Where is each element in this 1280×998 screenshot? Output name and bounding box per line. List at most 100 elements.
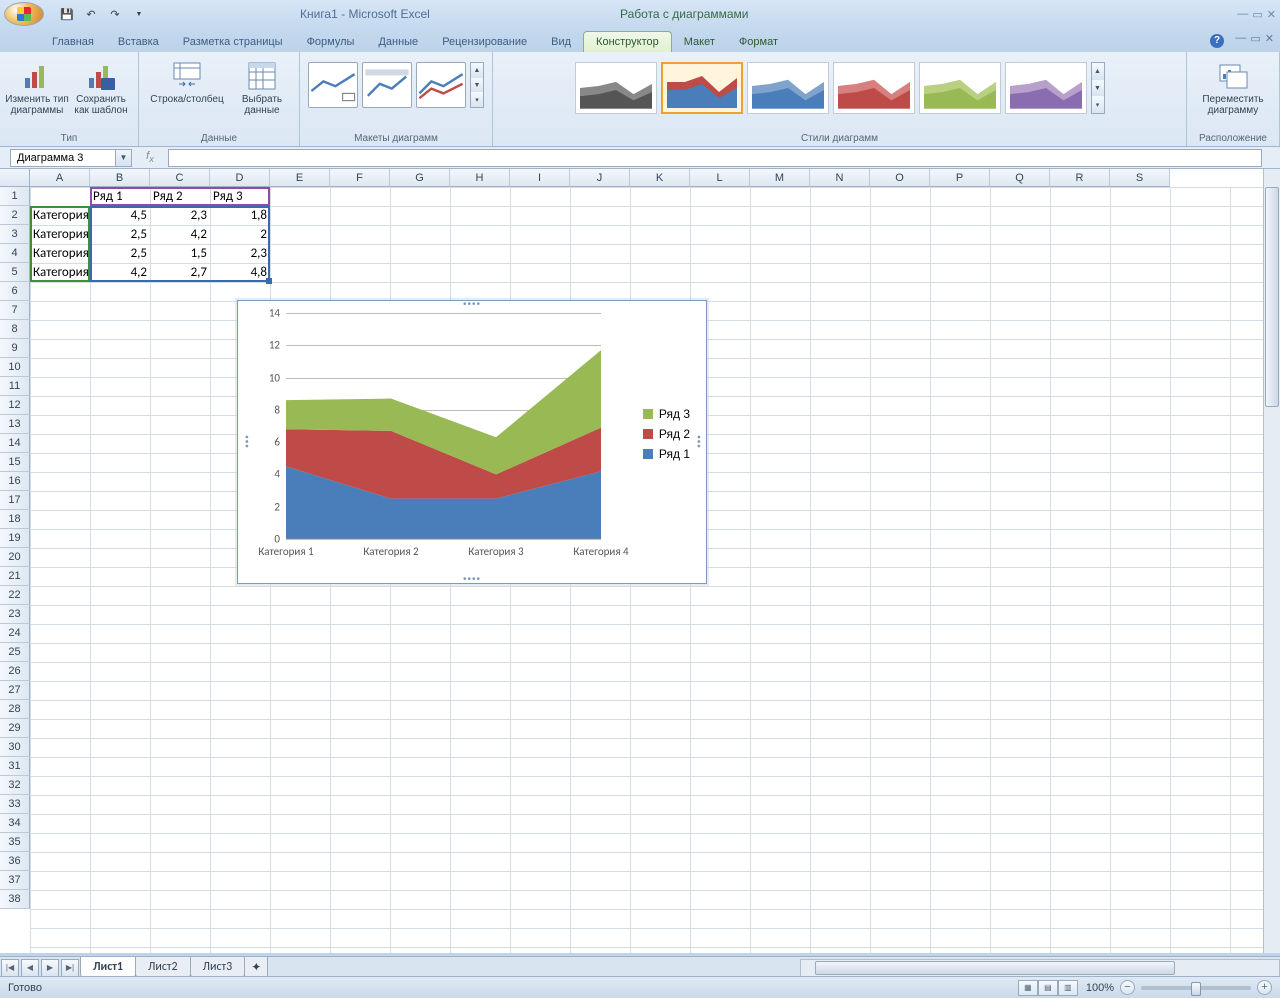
- chevron-more-icon[interactable]: ▾: [1092, 96, 1104, 113]
- column-header-E[interactable]: E: [270, 169, 330, 187]
- row-header-2[interactable]: 2: [0, 206, 30, 225]
- sheet-nav-next-icon[interactable]: ▶: [41, 959, 59, 977]
- row-header-29[interactable]: 29: [0, 719, 30, 738]
- select-data-button[interactable]: Выбрать данные: [233, 56, 291, 131]
- column-header-N[interactable]: N: [810, 169, 870, 187]
- row-header-8[interactable]: 8: [0, 320, 30, 339]
- row-header-14[interactable]: 14: [0, 434, 30, 453]
- column-header-S[interactable]: S: [1110, 169, 1170, 187]
- row-header-34[interactable]: 34: [0, 814, 30, 833]
- chart-resize-handle-l[interactable]: •••: [240, 435, 251, 449]
- redo-icon[interactable]: ↷: [104, 3, 126, 25]
- column-header-F[interactable]: F: [330, 169, 390, 187]
- fx-icon[interactable]: fx: [146, 150, 154, 164]
- zoom-out-button[interactable]: −: [1120, 980, 1135, 995]
- row-header-15[interactable]: 15: [0, 453, 30, 472]
- column-header-K[interactable]: K: [630, 169, 690, 187]
- horizontal-scrollbar[interactable]: [800, 959, 1280, 977]
- view-pagelayout-icon[interactable]: ▤: [1038, 980, 1058, 996]
- style-thumb-blue[interactable]: [747, 62, 829, 114]
- chevron-more-icon[interactable]: ▾: [471, 92, 483, 107]
- chevron-up-icon[interactable]: ▲: [1092, 63, 1104, 80]
- zoom-slider[interactable]: [1141, 986, 1251, 990]
- row-header-9[interactable]: 9: [0, 339, 30, 358]
- view-normal-icon[interactable]: ▦: [1018, 980, 1038, 996]
- tab-page-layout[interactable]: Разметка страницы: [171, 32, 295, 52]
- tab-data[interactable]: Данные: [366, 32, 430, 52]
- row-header-23[interactable]: 23: [0, 605, 30, 624]
- layout-thumb-1[interactable]: [308, 62, 358, 108]
- save-as-template-button[interactable]: Сохранить как шаблон: [72, 56, 130, 131]
- restore-icon[interactable]: ▭: [1252, 8, 1262, 21]
- layout-thumb-3[interactable]: [416, 62, 466, 108]
- sheet-nav-first-icon[interactable]: |◀: [1, 959, 19, 977]
- column-header-G[interactable]: G: [390, 169, 450, 187]
- style-thumb-green[interactable]: [919, 62, 1001, 114]
- help-icon[interactable]: ?: [1210, 34, 1224, 48]
- column-header-B[interactable]: B: [90, 169, 150, 187]
- minimize-icon[interactable]: —: [1237, 8, 1248, 21]
- wb-restore-icon[interactable]: ▭: [1250, 32, 1260, 45]
- select-all-corner[interactable]: [0, 169, 30, 187]
- change-chart-type-button[interactable]: Изменить тип диаграммы: [8, 56, 66, 131]
- row-header-37[interactable]: 37: [0, 871, 30, 890]
- column-header-J[interactable]: J: [570, 169, 630, 187]
- chart-plot-area[interactable]: 02468101214Категория 1Категория 2Категор…: [286, 313, 601, 539]
- tab-review[interactable]: Рецензирование: [430, 32, 539, 52]
- column-header-Q[interactable]: Q: [990, 169, 1050, 187]
- formula-input[interactable]: [168, 149, 1262, 167]
- row-header-16[interactable]: 16: [0, 472, 30, 491]
- tab-home[interactable]: Главная: [40, 32, 106, 52]
- chart-resize-handle-r[interactable]: •••: [693, 435, 704, 449]
- chevron-down-icon[interactable]: ▼: [1092, 80, 1104, 97]
- wb-close-icon[interactable]: ✕: [1265, 32, 1274, 45]
- row-header-28[interactable]: 28: [0, 700, 30, 719]
- range-handle[interactable]: [266, 278, 272, 284]
- column-header-A[interactable]: A: [30, 169, 90, 187]
- save-icon[interactable]: 💾: [56, 3, 78, 25]
- row-header-27[interactable]: 27: [0, 681, 30, 700]
- chart-resize-handle-b[interactable]: ••••: [463, 574, 481, 585]
- move-chart-button[interactable]: Переместить диаграмму: [1195, 56, 1271, 131]
- tab-view[interactable]: Вид: [539, 32, 583, 52]
- row-header-32[interactable]: 32: [0, 776, 30, 795]
- style-thumb-grey[interactable]: [575, 62, 657, 114]
- row-header-24[interactable]: 24: [0, 624, 30, 643]
- style-thumb-red[interactable]: [833, 62, 915, 114]
- row-header-26[interactable]: 26: [0, 662, 30, 681]
- row-header-35[interactable]: 35: [0, 833, 30, 852]
- layout-gallery-scroll[interactable]: ▲ ▼ ▾: [470, 62, 484, 108]
- sheet-nav-last-icon[interactable]: ▶|: [61, 959, 79, 977]
- legend-item[interactable]: Ряд 2: [643, 427, 690, 441]
- undo-icon[interactable]: ↶: [80, 3, 102, 25]
- tab-insert[interactable]: Вставка: [106, 32, 171, 52]
- row-header-11[interactable]: 11: [0, 377, 30, 396]
- hscroll-thumb[interactable]: [815, 961, 1175, 975]
- column-header-M[interactable]: M: [750, 169, 810, 187]
- row-header-25[interactable]: 25: [0, 643, 30, 662]
- row-header-19[interactable]: 19: [0, 529, 30, 548]
- name-box-dropdown-icon[interactable]: ▼: [116, 149, 132, 167]
- chart-resize-handle-t[interactable]: ••••: [463, 299, 481, 310]
- column-header-D[interactable]: D: [210, 169, 270, 187]
- row-header-30[interactable]: 30: [0, 738, 30, 757]
- row-header-20[interactable]: 20: [0, 548, 30, 567]
- row-header-4[interactable]: 4: [0, 244, 30, 263]
- row-header-31[interactable]: 31: [0, 757, 30, 776]
- row-header-3[interactable]: 3: [0, 225, 30, 244]
- tab-chart-design[interactable]: Конструктор: [583, 31, 672, 52]
- row-header-17[interactable]: 17: [0, 491, 30, 510]
- column-header-I[interactable]: I: [510, 169, 570, 187]
- close-icon[interactable]: ✕: [1267, 8, 1276, 21]
- column-header-L[interactable]: L: [690, 169, 750, 187]
- switch-row-column-button[interactable]: Строка/столбец: [147, 56, 227, 131]
- qat-dropdown-icon[interactable]: ▼: [128, 3, 150, 25]
- zoom-in-button[interactable]: +: [1257, 980, 1272, 995]
- row-header-36[interactable]: 36: [0, 852, 30, 871]
- view-pagebreak-icon[interactable]: ▥: [1058, 980, 1078, 996]
- row-header-10[interactable]: 10: [0, 358, 30, 377]
- wb-minimize-icon[interactable]: —: [1235, 32, 1246, 45]
- column-header-O[interactable]: O: [870, 169, 930, 187]
- sheet-nav-prev-icon[interactable]: ◀: [21, 959, 39, 977]
- row-header-21[interactable]: 21: [0, 567, 30, 586]
